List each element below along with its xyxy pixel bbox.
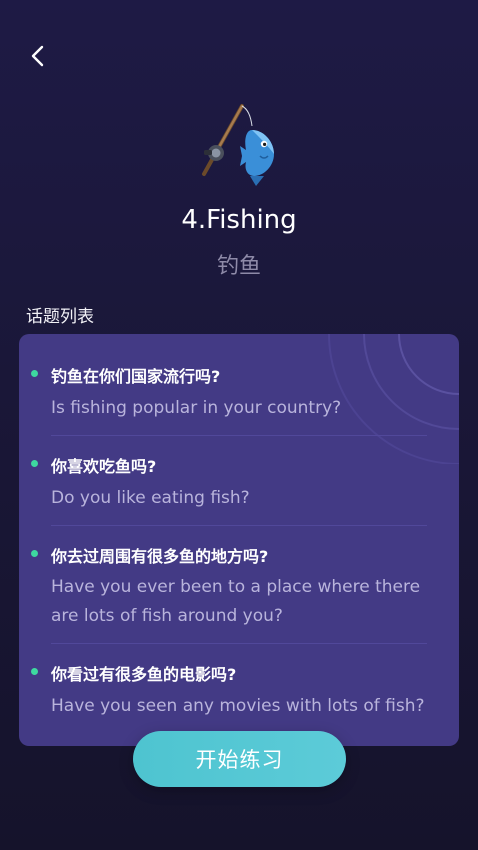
topic-subtitle: 钓鱼 [216, 254, 261, 279]
bullet-dot [31, 550, 38, 557]
topic-title: 4.Fishing [181, 205, 297, 235]
question-chinese: 你喜欢吃鱼吗? [51, 457, 157, 476]
list-item[interactable]: 你喜欢吃鱼吗? Do you like eating fish? [19, 436, 459, 524]
question-english: Is fishing popular in your country? [51, 398, 342, 418]
bullet-dot [31, 668, 38, 675]
list-item[interactable]: 你看过有很多鱼的电影吗? Have you seen any movies wi… [19, 644, 459, 744]
back-button[interactable] [22, 40, 54, 72]
topic-list-card: 钓鱼在你们国家流行吗? Is fishing popular in your c… [19, 334, 459, 746]
list-item[interactable]: 你去过周围有很多鱼的地方吗? Have you ever been to a p… [19, 526, 459, 643]
question-chinese: 你看过有很多鱼的电影吗? [51, 665, 237, 684]
question-chinese: 你去过周围有很多鱼的地方吗? [51, 547, 269, 566]
question-english: Have you seen any movies with lots of fi… [51, 696, 425, 716]
question-english: Have you ever been to a place where ther… [51, 577, 421, 626]
bullet-dot [31, 460, 38, 467]
fishing-rod-and-fish-icon [190, 96, 290, 186]
list-item[interactable]: 钓鱼在你们国家流行吗? Is fishing popular in your c… [19, 334, 459, 434]
question-chinese: 钓鱼在你们国家流行吗? [51, 367, 221, 386]
question-english: Do you like eating fish? [51, 488, 250, 508]
chevron-left-icon [31, 45, 44, 67]
topic-list-label: 话题列表 [26, 307, 94, 327]
start-practice-button[interactable]: 开始练习 [133, 731, 346, 787]
bullet-dot [31, 370, 38, 377]
